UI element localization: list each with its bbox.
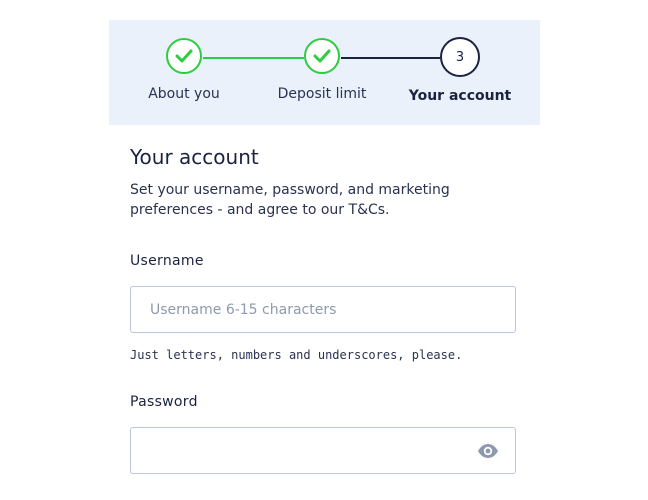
- password-input[interactable]: [131, 428, 515, 473]
- step-connector-current: [341, 57, 440, 59]
- username-field-wrapper: [130, 286, 516, 333]
- check-icon: [175, 49, 193, 63]
- username-input[interactable]: [131, 287, 515, 332]
- signup-page: 3 About you Deposit limit Your account Y…: [0, 0, 648, 500]
- password-label: Password: [130, 394, 198, 410]
- step-label-deposit-limit: Deposit limit: [277, 86, 367, 102]
- step-deposit-limit-indicator: [304, 38, 340, 74]
- page-description: Set your username, password, and marketi…: [130, 182, 450, 218]
- page-title: Your account: [130, 145, 259, 169]
- username-label: Username: [130, 253, 204, 269]
- password-field-wrapper: [130, 427, 516, 474]
- eye-icon[interactable]: [477, 443, 499, 459]
- check-icon: [313, 49, 331, 63]
- step-label-about-you: About you: [148, 86, 220, 102]
- progress-stepper: 3 About you Deposit limit Your account: [109, 20, 540, 125]
- step-label-your-account: Your account: [408, 88, 512, 104]
- step-your-account-indicator: 3: [440, 37, 480, 77]
- step-connector-complete: [203, 57, 304, 59]
- step-number: 3: [455, 49, 465, 65]
- step-about-you-indicator: [166, 38, 202, 74]
- username-hint: Just letters, numbers and underscores, p…: [130, 348, 463, 362]
